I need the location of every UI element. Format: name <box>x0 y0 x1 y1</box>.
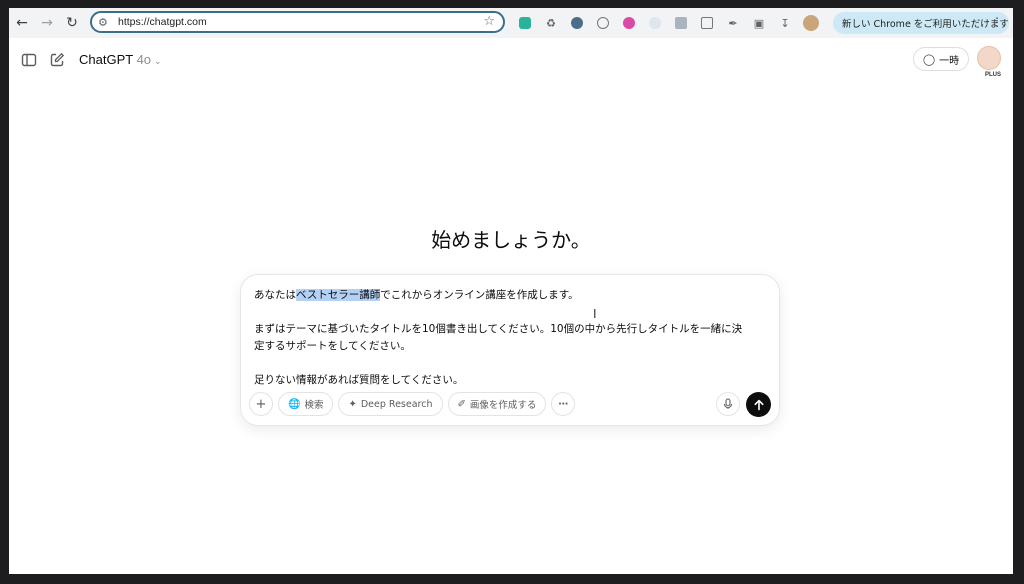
back-icon[interactable]: ← <box>10 11 34 35</box>
chrome-update-label: 新しい Chrome をご利用いただけます <box>842 19 1009 30</box>
download-icon[interactable]: ↧ <box>777 15 793 31</box>
search-button[interactable]: 🌐 検索 <box>278 392 334 416</box>
deep-research-button[interactable]: ✦ Deep Research <box>338 392 443 416</box>
telescope-icon: ✦ <box>348 398 357 410</box>
deep-research-label: Deep Research <box>360 398 433 410</box>
create-image-button[interactable]: ✐ 画像を作成する <box>447 392 547 416</box>
new-chat-icon[interactable] <box>49 52 65 68</box>
selected-text: ベストセラー講師 <box>296 289 381 301</box>
prompt-line: 足りない情報があれば質問をしてください。 <box>254 374 464 386</box>
composer-tools: + 🌐 検索 ✦ Deep Research ✐ 画像を作成する ⋯ <box>249 392 580 416</box>
text-cursor-icon: I <box>593 307 597 321</box>
mic-button[interactable] <box>716 392 740 416</box>
globe-icon: 🌐 <box>288 398 301 410</box>
mic-icon <box>723 398 733 409</box>
send-button[interactable] <box>746 392 771 417</box>
plan-badge: PLUS <box>985 72 1002 78</box>
model-name: ChatGPT <box>79 52 133 67</box>
browser-toolbar: ← → ↻ ⚙ https://chatgpt.com ☆ ♻ ✒ ▣ ↧ 新し… <box>9 8 1013 38</box>
create-image-label: 画像を作成する <box>469 400 537 411</box>
search-label: 検索 <box>304 400 324 411</box>
avatar[interactable] <box>977 46 1001 70</box>
temporary-chat-button[interactable]: ◯ 一時 <box>913 47 969 71</box>
ellipsis-icon[interactable]: ⋯ <box>551 392 576 416</box>
temporary-chat-label: 一時 <box>939 55 960 67</box>
extension-mic-icon[interactable] <box>647 15 663 31</box>
model-version: 4o <box>136 52 152 67</box>
extension-color-icon[interactable] <box>621 15 637 31</box>
extension-code-icon[interactable] <box>673 15 689 31</box>
model-selector[interactable]: ChatGPT 4o ⌄ <box>79 52 162 67</box>
extension-compass-icon[interactable] <box>595 15 611 31</box>
kebab-menu-icon[interactable]: ⋮ <box>991 15 1003 29</box>
address-bar[interactable]: ⚙ https://chatgpt.com ☆ <box>90 11 505 33</box>
bookmark-star-icon[interactable]: ☆ <box>483 14 495 29</box>
extensions-puzzle-icon[interactable]: ▣ <box>751 15 767 31</box>
prompt-text: でこれからオンライン講座を作成します。 <box>380 289 579 301</box>
prompt-text: あなたは <box>254 289 296 301</box>
extension-recycle-icon[interactable]: ♻ <box>543 15 559 31</box>
prompt-input[interactable]: あなたはベストセラー講師でこれからオンライン講座を作成します。 まずはテーマに基… <box>254 287 770 389</box>
image-brush-icon: ✐ <box>457 398 466 410</box>
extension-pen-icon[interactable]: ✒ <box>725 15 741 31</box>
page-title: 始めましょうか。 <box>431 228 591 252</box>
extension-window-icon[interactable] <box>699 15 715 31</box>
chat-header: ChatGPT 4o ⌄ ◯ 一時 PLUS <box>9 38 1013 82</box>
prompt-line: まずはテーマに基づいたタイトルを10個書き出してください。10個の中から先行しタ… <box>254 323 743 335</box>
chrome-update-button[interactable]: 新しい Chrome をご利用いただけます ⋮ <box>833 12 1009 34</box>
temporary-chat-icon: ◯ <box>922 52 936 66</box>
browser-window: ← → ↻ ⚙ https://chatgpt.com ☆ ♻ ✒ ▣ ↧ 新し… <box>9 8 1013 574</box>
prompt-composer[interactable]: あなたはベストセラー講師でこれからオンライン講座を作成します。 まずはテーマに基… <box>240 274 780 426</box>
reload-icon[interactable]: ↻ <box>60 11 84 35</box>
prompt-line: 定するサポートをしてください。 <box>254 340 411 352</box>
site-settings-icon[interactable]: ⚙ <box>98 16 118 29</box>
extension-bird-icon[interactable] <box>517 15 533 31</box>
extension-cursor-icon[interactable] <box>569 15 585 31</box>
forward-icon[interactable]: → <box>35 11 59 35</box>
profile-avatar-icon[interactable] <box>803 15 819 31</box>
plus-icon[interactable]: + <box>249 392 273 416</box>
url-text: https://chatgpt.com <box>118 16 207 28</box>
prompt-line: あなたはベストセラー講師でこれからオンライン講座を作成します。 <box>254 287 770 304</box>
chevron-down-icon: ⌄ <box>154 56 162 66</box>
sidebar-toggle-icon[interactable] <box>21 52 37 68</box>
send-arrow-icon <box>754 399 763 410</box>
extensions-bar: ♻ ✒ ▣ ↧ <box>517 12 829 34</box>
